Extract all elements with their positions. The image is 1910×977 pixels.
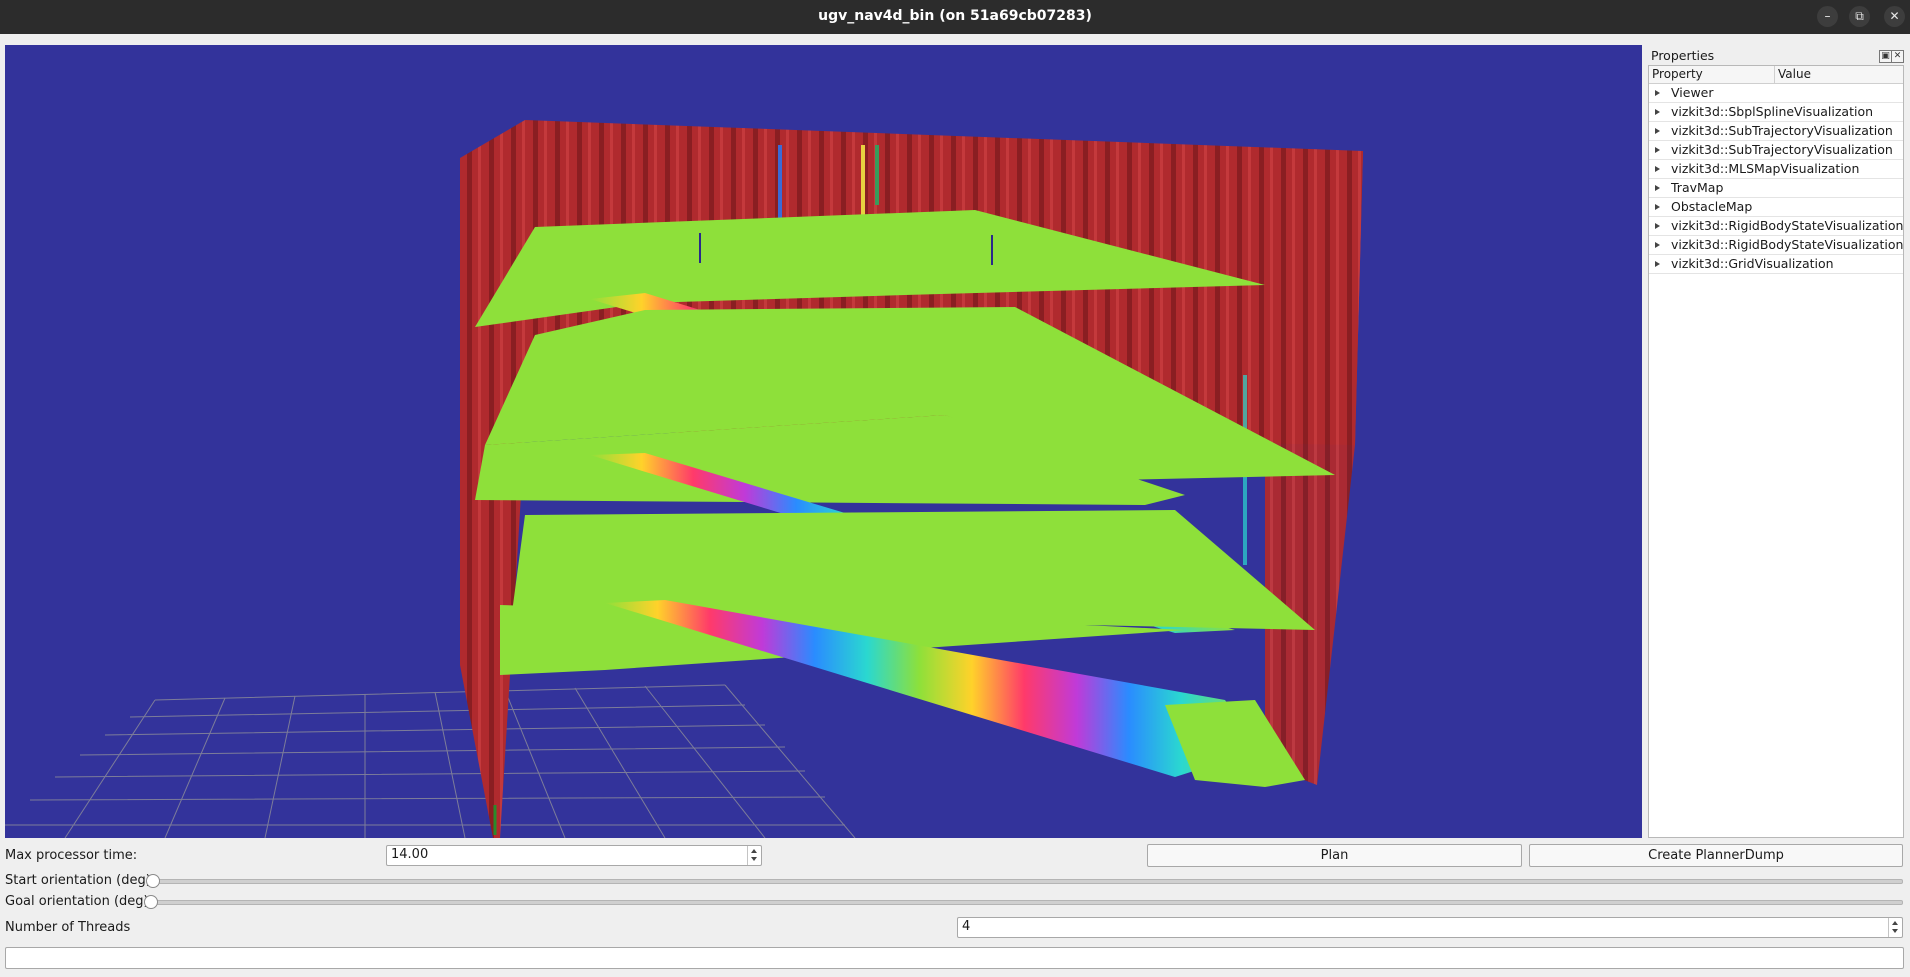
properties-dock: Properties ▣ ✕ Property Value Viewer viz… [1648,45,1904,838]
threads-spinbox[interactable]: 4 [957,917,1903,938]
property-label: vizkit3d::RigidBodyStateVisualization [1671,218,1904,233]
threads-value: 4 [962,919,971,934]
start-orientation-label: Start orientation (deg) [5,873,151,888]
property-row[interactable]: vizkit3d::SubTrajectoryVisualization [1649,122,1903,141]
ground-grid [5,684,856,838]
property-label: vizkit3d::MLSMapVisualization [1671,161,1860,176]
start-orientation-handle[interactable] [146,874,160,888]
property-label: vizkit3d::SubTrajectoryVisualization [1671,142,1893,157]
window-title: ugv_nav4d_bin (on 51a69cb07283) [818,8,1092,24]
decrement-arrow-icon[interactable] [751,857,757,861]
increment-arrow-icon[interactable] [1892,921,1898,925]
goal-orientation-handle[interactable] [144,895,158,909]
column-separator [1774,66,1775,83]
column-property: Property [1652,67,1703,81]
column-value: Value [1778,67,1811,81]
spinbox-arrows[interactable] [1888,918,1902,937]
property-row[interactable]: vizkit3d::SubTrajectoryVisualization [1649,141,1903,160]
property-label: TravMap [1671,180,1724,195]
plan-button[interactable]: Plan [1147,844,1522,867]
spinbox-arrows[interactable] [747,846,761,865]
expand-arrow-icon[interactable] [1655,147,1660,153]
properties-title: Properties [1651,48,1715,63]
minimize-icon[interactable]: – [1817,6,1838,27]
close-dock-icon[interactable]: ✕ [1891,50,1904,63]
max-processor-time-label: Max processor time: [5,848,138,863]
property-row[interactable]: Viewer [1649,84,1903,103]
expand-arrow-icon[interactable] [1655,90,1660,96]
property-label: vizkit3d::SubTrajectoryVisualization [1671,123,1893,138]
create-plannerdump-button[interactable]: Create PlannerDump [1529,844,1903,867]
expand-arrow-icon[interactable] [1655,223,1660,229]
decrement-arrow-icon[interactable] [1892,929,1898,933]
max-processor-time-value: 14.00 [391,847,429,862]
property-label: ObstacleMap [1671,199,1753,214]
max-processor-time-spinbox[interactable]: 14.00 [386,845,762,866]
property-row[interactable]: vizkit3d::RigidBodyStateVisualization [1649,217,1903,236]
expand-arrow-icon[interactable] [1655,242,1660,248]
property-row[interactable]: vizkit3d::RigidBodyStateVisualization [1649,236,1903,255]
tree-header: Property Value [1649,66,1903,84]
scene-render [5,120,1363,838]
expand-arrow-icon[interactable] [1655,261,1660,267]
threads-label: Number of Threads [5,920,131,935]
title-bar: ugv_nav4d_bin (on 51a69cb07283) – ⧉ ✕ [0,0,1910,34]
expand-arrow-icon[interactable] [1655,185,1660,191]
property-label: Viewer [1671,85,1714,100]
property-row[interactable]: vizkit3d::SbplSplineVisualization [1649,103,1903,122]
goal-orientation-track[interactable] [146,900,1903,905]
property-row[interactable]: TravMap [1649,179,1903,198]
expand-arrow-icon[interactable] [1655,204,1660,210]
property-row[interactable]: vizkit3d::MLSMapVisualization [1649,160,1903,179]
property-label: vizkit3d::RigidBodyStateVisualization [1671,237,1904,252]
status-field[interactable] [5,947,1904,969]
property-label: vizkit3d::GridVisualization [1671,256,1834,271]
maximize-icon[interactable]: ⧉ [1849,6,1870,27]
expand-arrow-icon[interactable] [1655,166,1660,172]
close-icon[interactable]: ✕ [1884,6,1905,27]
expand-arrow-icon[interactable] [1655,109,1660,115]
3d-viewport[interactable] [5,45,1642,838]
property-row[interactable]: vizkit3d::GridVisualization [1649,255,1903,274]
property-tree: Property Value Viewer vizkit3d::SbplSpli… [1648,65,1904,838]
increment-arrow-icon[interactable] [751,849,757,853]
property-row[interactable]: ObstacleMap [1649,198,1903,217]
goal-orientation-label: Goal orientation (deg) [5,894,149,909]
expand-arrow-icon[interactable] [1655,128,1660,134]
start-orientation-track[interactable] [148,879,1903,884]
property-label: vizkit3d::SbplSplineVisualization [1671,104,1874,119]
